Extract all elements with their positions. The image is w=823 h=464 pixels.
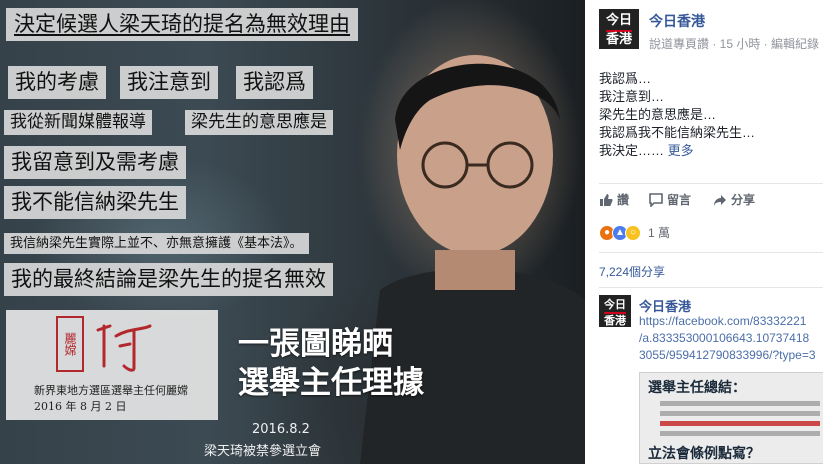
- post-body: 我認爲… 我注意到… 梁先生的意思應是… 我認爲我不能信納梁先生… 我決定…… …: [599, 71, 756, 158]
- officer-date: 2016 年 8 月 2 日: [34, 400, 127, 413]
- comment-image-thumbnail[interactable]: 選舉主任總結： 立法會條例點寫？: [639, 372, 823, 464]
- comment-link[interactable]: https://facebook.com/83332221 /a.8333530…: [639, 313, 816, 364]
- divider: [599, 287, 823, 288]
- divider: [599, 183, 823, 184]
- post-photo[interactable]: 決定候選人梁天琦的提名為無效理由 我的考慮 我注意到 我認爲 我從新聞媒體報導 …: [0, 0, 585, 464]
- caption: 我的最終結論是梁先生的提名無效: [4, 263, 333, 296]
- page-avatar[interactable]: 今日 香港: [599, 9, 639, 49]
- caption: 我留意到及需考慮: [4, 146, 186, 179]
- share-count-link[interactable]: 7,224個分享: [599, 263, 665, 280]
- share-button[interactable]: 分享: [713, 191, 755, 208]
- thumbnail-title: 選舉主任總結：: [648, 380, 746, 396]
- thumbnail-question: 立法會條例點寫？: [648, 446, 760, 462]
- wow-reaction-icon: ○: [625, 224, 641, 241]
- officer-name: 新界東地方選區選舉主任何麗嫦: [34, 384, 188, 397]
- thumbs-up-icon: [600, 193, 613, 206]
- caption: 我從新聞媒體報導: [4, 110, 152, 135]
- comment-icon: [649, 192, 663, 207]
- caption: 我認爲: [236, 66, 313, 99]
- reaction-summary[interactable]: ● ▲ ○ 1 萬: [599, 224, 670, 241]
- reaction-count: 1 萬: [648, 226, 671, 240]
- photo-subtitle: 梁天琦被禁參選立會: [204, 444, 322, 459]
- thumbnail-text-lines: [660, 401, 820, 441]
- comment-button[interactable]: 留言: [649, 191, 691, 208]
- photo-headline: 一張圖睇晒 選舉主任理據: [238, 326, 424, 401]
- officer-signature-block: 麗嫦 新界東地方選區選舉主任何麗嫦 2016 年 8 月 2 日: [6, 310, 218, 420]
- caption: 我不能信納梁先生: [4, 186, 186, 219]
- divider: [599, 252, 823, 253]
- signature: [96, 324, 152, 372]
- comment-author-avatar[interactable]: 今日 香港: [599, 295, 631, 327]
- caption: 我注意到: [120, 66, 218, 99]
- like-button[interactable]: 讚: [599, 191, 629, 208]
- caption-title: 決定候選人梁天琦的提名為無效理由: [6, 8, 358, 41]
- share-icon: [714, 194, 726, 206]
- post-sidebar: 今日 香港 今日香港 說道專頁讚 · 15 小時 · 編輯紀錄 我認爲… 我注意到…: [585, 0, 823, 464]
- post-meta: 說道專頁讚 · 15 小時 · 編輯紀錄: [649, 37, 820, 51]
- page-name-link[interactable]: 今日香港: [649, 11, 705, 31]
- photo-date: 2016.8.2: [252, 422, 310, 437]
- see-more-link[interactable]: 更多: [668, 143, 694, 158]
- caption: 我的考慮: [8, 66, 106, 99]
- caption: 梁先生的意思應是: [185, 110, 333, 135]
- caption: 我信納梁先生實際上並不、亦無意擁護《基本法》。: [4, 233, 309, 254]
- official-seal: 麗嫦: [56, 316, 84, 372]
